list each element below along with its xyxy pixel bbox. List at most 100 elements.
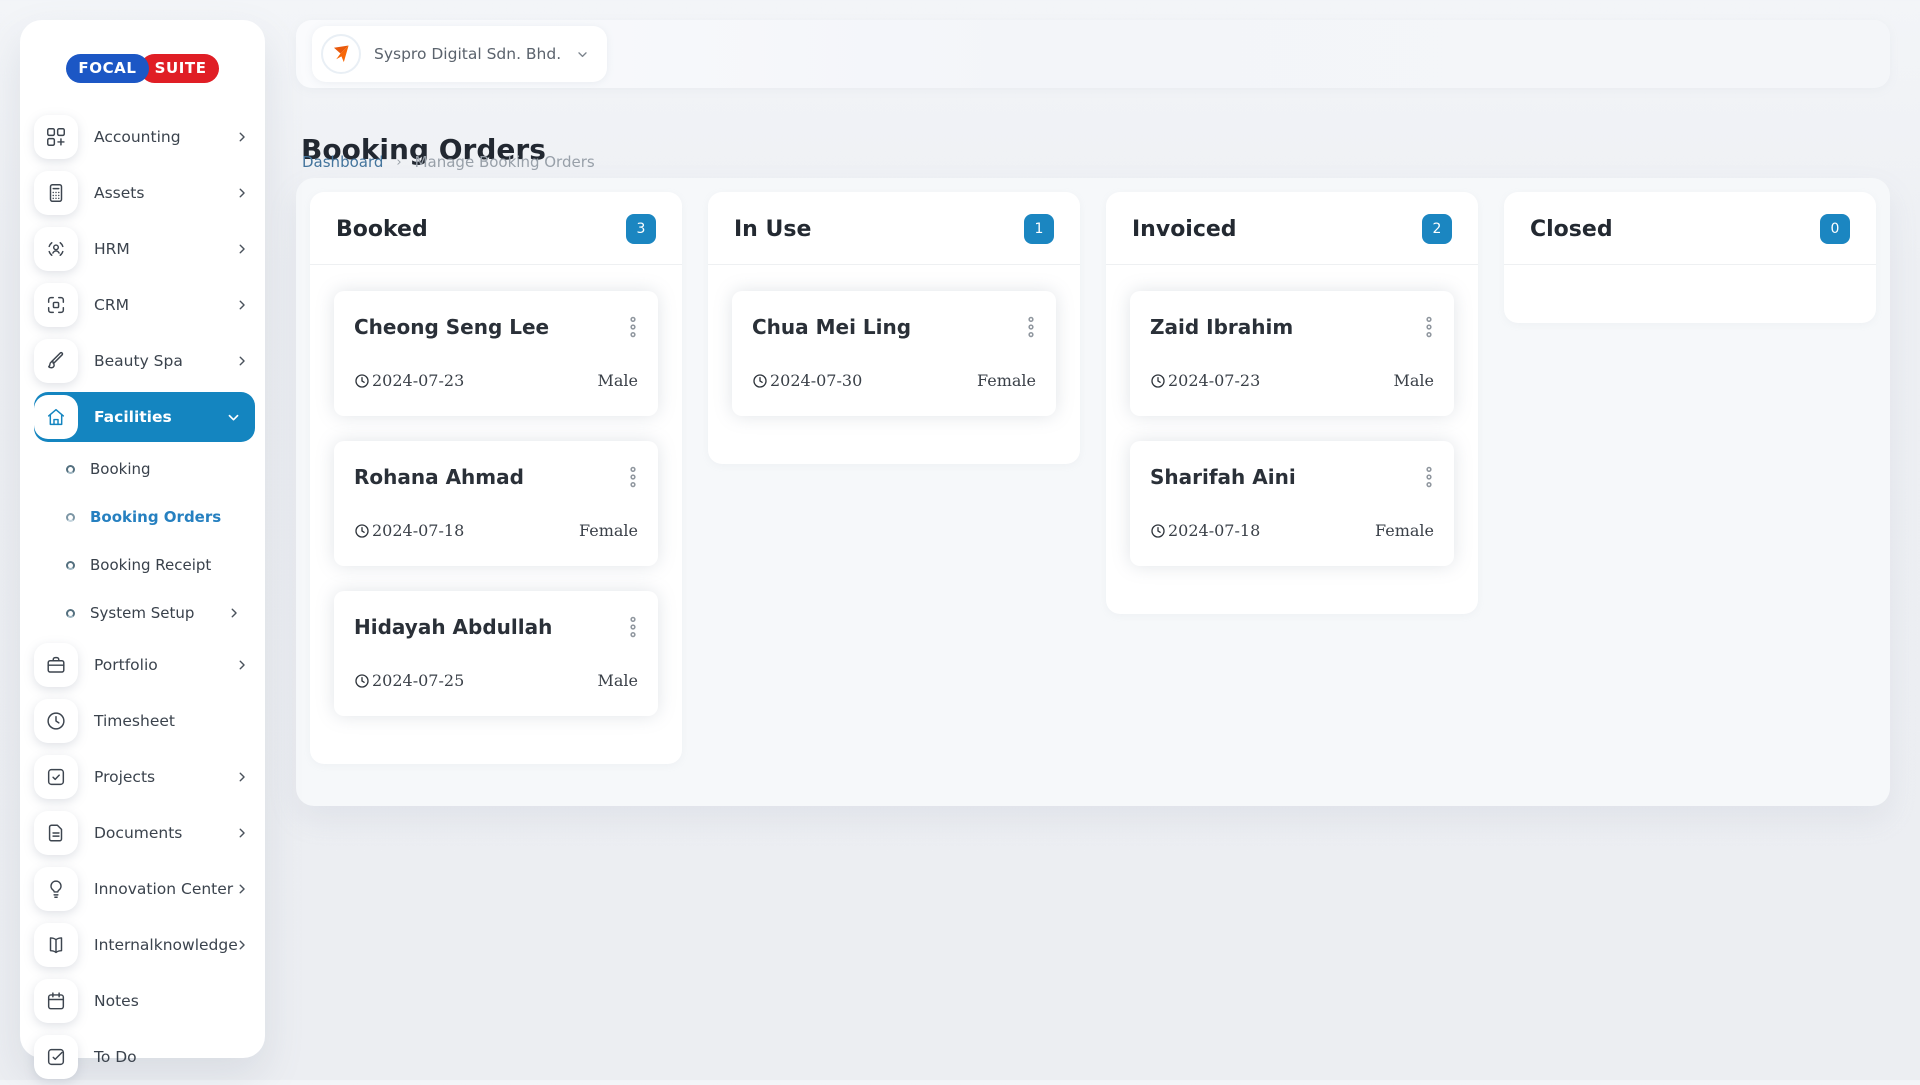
sidebar-item-timesheet[interactable]: Timesheet [34, 693, 257, 749]
kanban-column-in-use: In Use1Chua Mei Ling2024-07-30Female [708, 192, 1080, 464]
sidebar-item-projects[interactable]: Projects [34, 749, 257, 805]
clock-icon [354, 673, 370, 689]
sidebar-item-label: Notes [94, 992, 139, 1010]
check-square-icon [34, 755, 78, 799]
breadcrumb-current: Manage Booking Orders [415, 153, 595, 171]
sidebar-subitem-label: Booking [90, 460, 151, 478]
app-logo: FOCAL SUITE [20, 54, 265, 83]
booking-card-name: Chua Mei Ling [752, 315, 1036, 339]
booking-card-name: Zaid Ibrahim [1150, 315, 1434, 339]
sidebar-nav: Accounting Assets HRM CRM Beauty Spa Faciliti… [20, 109, 265, 1085]
sidebar-item-beauty-spa[interactable]: Beauty Spa [34, 333, 257, 389]
column-count-badge: 2 [1422, 214, 1452, 244]
clock-icon [1150, 373, 1166, 389]
breadcrumb: Dashboard › Manage Booking Orders [302, 153, 595, 171]
chevron-down-icon [226, 410, 241, 425]
sidebar-item-facilities[interactable]: Facilities [34, 392, 255, 442]
card-menu-button[interactable] [620, 461, 646, 493]
sidebar-item-label: Portfolio [94, 656, 158, 674]
book-icon [34, 923, 78, 967]
chevron-right-icon [235, 130, 249, 144]
sidebar-item-to-do[interactable]: To Do [34, 1029, 257, 1085]
kanban-column-closed: Closed 0 [1504, 192, 1876, 323]
clock-icon [34, 699, 78, 743]
bullet-icon [66, 513, 75, 522]
booking-card-sharifah-aini[interactable]: Sharifah Aini 2024-07-18Female [1130, 441, 1454, 566]
booking-card-hidayah-abdullah[interactable]: Hidayah Abdullah 2024-07-25Male [334, 591, 658, 716]
column-body: Chua Mei Ling2024-07-30Female [708, 265, 1080, 464]
chevron-right-icon [235, 298, 249, 312]
sidebar-item-label: Documents [94, 824, 182, 842]
sidebar-item-assets[interactable]: Assets [34, 165, 257, 221]
briefcase-icon [34, 643, 78, 687]
booking-card-cheong-seng-lee[interactable]: Cheong Seng Lee2024-07-23Male [334, 291, 658, 416]
column-header: Invoiced2 [1106, 192, 1478, 265]
kanban-column-booked: Booked3Cheong Seng Lee2024-07-23MaleRoha… [310, 192, 682, 764]
logo-suite: SUITE [140, 54, 219, 83]
booking-date: 2024-07-30 [752, 371, 862, 390]
calendar-icon [34, 979, 78, 1023]
sidebar-item-label: Beauty Spa [94, 352, 183, 370]
booking-card-name: Cheong Seng Lee [354, 315, 638, 339]
chevron-right-icon [235, 770, 249, 784]
card-menu-button[interactable] [1416, 311, 1442, 343]
sidebar-item-crm[interactable]: CRM [34, 277, 257, 333]
sidebar-item-label: CRM [94, 296, 129, 314]
clock-icon [1150, 523, 1166, 539]
sidebar-subitem-booking-orders[interactable]: Booking Orders [34, 493, 257, 541]
booking-card-name: Sharifah Aini [1150, 465, 1434, 489]
card-menu-button[interactable] [620, 311, 646, 343]
sidebar-item-label: Projects [94, 768, 155, 786]
booking-card-zaid-ibrahim[interactable]: Zaid Ibrahim 2024-07-23Male [1130, 291, 1454, 416]
sidebar-item-label: Facilities [94, 408, 172, 426]
kebab-icon [1422, 315, 1436, 339]
sidebar-item-label: To Do [94, 1048, 137, 1066]
sidebar-item-accounting[interactable]: Accounting [34, 109, 257, 165]
column-count-badge: 0 [1820, 214, 1850, 244]
chevron-right-icon [235, 186, 249, 200]
kebab-icon [626, 315, 640, 339]
booking-card-rohana-ahmad[interactable]: Rohana Ahmad2024-07-18Female [334, 441, 658, 566]
column-body [1504, 265, 1876, 323]
sidebar-item-documents[interactable]: Documents [34, 805, 257, 861]
breadcrumb-dashboard-link[interactable]: Dashboard [302, 153, 383, 171]
brand-mark-icon [328, 41, 354, 67]
card-menu-button[interactable] [1018, 311, 1044, 343]
sidebar-item-notes[interactable]: Notes [34, 973, 257, 1029]
sidebar-item-portfolio[interactable]: Portfolio [34, 637, 257, 693]
card-menu-button[interactable] [620, 611, 646, 643]
column-title: Closed [1530, 217, 1613, 242]
sidebar-subitem-system-setup[interactable]: System Setup [34, 589, 257, 637]
booking-gender: Female [1375, 521, 1434, 540]
booking-card-footer: 2024-07-25Male [354, 671, 638, 690]
column-body: Cheong Seng Lee2024-07-23Male Rohana Ahma… [310, 265, 682, 764]
booking-card-footer: 2024-07-23Male [1150, 371, 1434, 390]
sidebar-subitem-booking[interactable]: Booking [34, 445, 257, 493]
kebab-icon [626, 465, 640, 489]
clock-icon [752, 373, 768, 389]
bullet-icon [66, 561, 75, 570]
sidebar-item-label: Assets [94, 184, 144, 202]
column-title: In Use [734, 217, 811, 242]
booking-card-footer: 2024-07-18Female [1150, 521, 1434, 540]
booking-date: 2024-07-23 [1150, 371, 1260, 390]
sidebar-item-label: Innovation Center [94, 880, 233, 898]
sidebar-item-internalknowledge[interactable]: Internalknowledge [34, 917, 257, 973]
sidebar-item-innovation-center[interactable]: Innovation Center [34, 861, 257, 917]
sidebar-item-hrm[interactable]: HRM [34, 221, 257, 277]
sidebar-subitem-booking-receipt[interactable]: Booking Receipt [34, 541, 257, 589]
kanban-column-invoiced: Invoiced2 Zaid Ibrahim 2024-07-23Male Shari… [1106, 192, 1478, 614]
sidebar-item-label: Internalknowledge [94, 936, 238, 954]
topbar: Syspro Digital Sdn. Bhd. [296, 20, 1890, 88]
booking-card-name: Hidayah Abdullah [354, 615, 638, 639]
chevron-right-icon [235, 826, 249, 840]
column-header: In Use1 [708, 192, 1080, 265]
kebab-icon [626, 615, 640, 639]
bullet-icon [66, 609, 75, 618]
booking-card-chua-mei-ling[interactable]: Chua Mei Ling2024-07-30Female [732, 291, 1056, 416]
card-menu-button[interactable] [1416, 461, 1442, 493]
column-body: Zaid Ibrahim 2024-07-23Male Sharifah Aini 2… [1106, 265, 1478, 614]
sidebar-item-label: Accounting [94, 128, 181, 146]
company-selector[interactable]: Syspro Digital Sdn. Bhd. [312, 26, 607, 82]
sidebar: FOCAL SUITE Accounting Assets HRM CRM Beauty… [20, 20, 265, 1058]
